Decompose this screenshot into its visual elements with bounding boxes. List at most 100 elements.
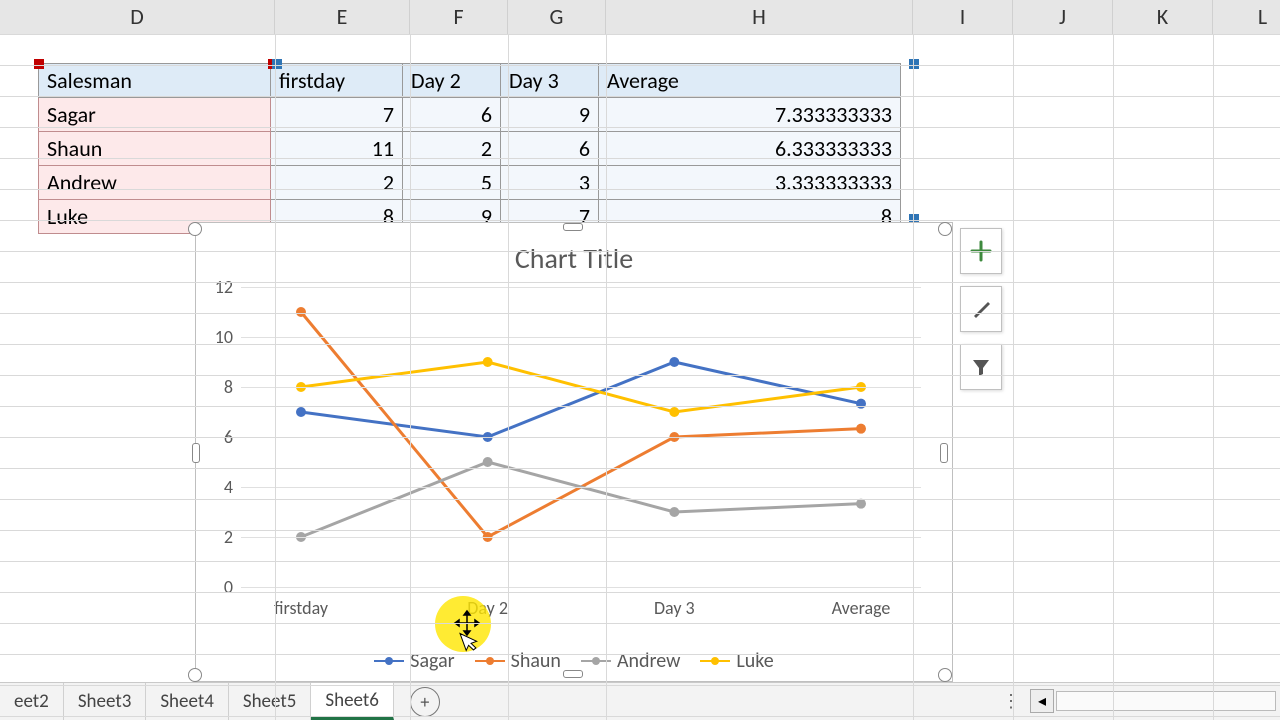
value-cell[interactable]: 6	[501, 132, 599, 166]
value-cell[interactable]: 5	[403, 166, 501, 200]
column-header-E[interactable]: E	[275, 0, 410, 34]
value-cell[interactable]: 2	[403, 132, 501, 166]
gridline-horizontal	[0, 127, 1280, 128]
column-header-F[interactable]: F	[410, 0, 508, 34]
name-cell[interactable]: Shaun	[39, 132, 271, 166]
legend-swatch	[700, 660, 730, 663]
y-tick-label: 8	[193, 376, 233, 398]
x-tick-label: Average	[832, 597, 891, 619]
resize-handle[interactable]	[563, 670, 583, 678]
column-header-row: DEFGHIJKL	[0, 0, 1280, 34]
resize-handle[interactable]	[938, 668, 952, 682]
x-tick-label: firstday	[274, 597, 328, 619]
series-marker[interactable]	[483, 457, 493, 467]
column-header-J[interactable]: J	[1013, 0, 1113, 34]
chart-gridline	[241, 587, 921, 588]
series-marker[interactable]	[669, 357, 679, 367]
gridline-horizontal	[0, 189, 1280, 190]
table-row[interactable]: Shaun11266.333333333	[39, 132, 901, 166]
gridline-horizontal	[0, 654, 1280, 655]
chart-styles-button[interactable]	[960, 286, 1002, 332]
value-cell[interactable]: 2	[271, 166, 403, 200]
column-header-D[interactable]: D	[0, 0, 275, 34]
legend-swatch	[475, 660, 505, 663]
series-marker[interactable]	[669, 407, 679, 417]
gridline-vertical	[1113, 34, 1114, 720]
gridline-horizontal	[0, 313, 1280, 314]
series-marker[interactable]	[483, 357, 493, 367]
series-marker[interactable]	[856, 499, 866, 509]
gridline-vertical	[275, 34, 276, 720]
chart-title[interactable]: Chart Title	[196, 241, 952, 276]
gridline-horizontal	[0, 344, 1280, 345]
series-marker[interactable]	[296, 407, 306, 417]
chart-gridline	[241, 287, 921, 288]
legend-item-andrew[interactable]: Andrew	[581, 649, 680, 673]
range-corner-marker	[272, 59, 282, 69]
gridline-horizontal	[0, 375, 1280, 376]
hscroll-left[interactable]: ◂	[1030, 689, 1054, 713]
gridline-vertical	[1013, 34, 1014, 720]
value-cell[interactable]: 6.333333333	[599, 132, 901, 166]
header-cell-firstday[interactable]: firstday	[271, 64, 403, 98]
sheet-tab-sheet6[interactable]: Sheet6	[311, 683, 394, 720]
series-marker[interactable]	[856, 399, 866, 409]
legend-item-sagar[interactable]: Sagar	[374, 649, 454, 673]
gridline-horizontal	[0, 282, 1280, 283]
column-header-G[interactable]: G	[508, 0, 606, 34]
gridline-horizontal	[0, 530, 1280, 531]
header-cell-day2[interactable]: Day 2	[403, 64, 501, 98]
value-cell[interactable]: 11	[271, 132, 403, 166]
resize-handle[interactable]	[188, 668, 202, 682]
gridline-horizontal	[0, 623, 1280, 624]
gridline-horizontal	[0, 96, 1280, 97]
table-row[interactable]: Andrew2533.333333333	[39, 166, 901, 200]
header-cell-day3[interactable]: Day 3	[501, 64, 599, 98]
data-table[interactable]: Salesman firstday Day 2 Day 3 Average Sa…	[38, 63, 901, 234]
sheet-tab-sheet3[interactable]: Sheet3	[64, 683, 147, 720]
chart-filters-button[interactable]	[960, 344, 1002, 390]
value-cell[interactable]: 3	[501, 166, 599, 200]
header-cell-salesman[interactable]: Salesman	[39, 64, 271, 98]
legend-item-luke[interactable]: Luke	[700, 649, 773, 673]
gridline-vertical	[1213, 34, 1214, 720]
sheet-tab-eet2[interactable]: eet2	[0, 683, 64, 720]
series-marker[interactable]	[856, 424, 866, 434]
chart-object[interactable]: Chart Title 024681012firstdayDay 2Day 3A…	[195, 222, 953, 682]
gridline-vertical	[606, 34, 607, 720]
resize-handle[interactable]	[938, 222, 952, 236]
column-header-I[interactable]: I	[913, 0, 1013, 34]
series-marker[interactable]	[669, 507, 679, 517]
table-header-row[interactable]: Salesman firstday Day 2 Day 3 Average	[39, 64, 901, 98]
legend-item-shaun[interactable]: Shaun	[475, 649, 561, 673]
column-header-H[interactable]: H	[606, 0, 913, 34]
resize-handle[interactable]	[188, 222, 202, 236]
name-cell[interactable]: Andrew	[39, 166, 271, 200]
resize-handle[interactable]	[192, 443, 200, 463]
legend-label: Luke	[736, 649, 773, 673]
gridline-horizontal	[0, 561, 1280, 562]
header-cell-average[interactable]: Average	[599, 64, 901, 98]
legend-swatch	[374, 660, 404, 663]
tab-menu-icon[interactable]: ⋮	[1002, 690, 1028, 712]
gridline-horizontal	[0, 468, 1280, 469]
resize-handle[interactable]	[563, 223, 583, 231]
gridline-horizontal	[0, 437, 1280, 438]
gridline-horizontal	[0, 34, 1280, 35]
x-tick-label: Day 3	[654, 597, 695, 619]
resize-handle[interactable]	[940, 443, 948, 463]
add-sheet-button[interactable]: +	[410, 687, 440, 717]
legend-label: Andrew	[617, 649, 680, 673]
value-cell[interactable]: 3.333333333	[599, 166, 901, 200]
sheet-tab-sheet4[interactable]: Sheet4	[146, 683, 229, 720]
range-corner-marker	[34, 59, 44, 69]
gridline-vertical	[410, 34, 411, 720]
gridline-horizontal	[0, 716, 1280, 717]
series-marker[interactable]	[296, 307, 306, 317]
hscroll-track[interactable]	[1056, 691, 1276, 711]
gridline-horizontal	[0, 499, 1280, 500]
column-header-K[interactable]: K	[1113, 0, 1213, 34]
sheet-tab-sheet5[interactable]: Sheet5	[229, 683, 312, 720]
column-header-L[interactable]: L	[1213, 0, 1280, 34]
legend-label: Shaun	[511, 649, 561, 673]
